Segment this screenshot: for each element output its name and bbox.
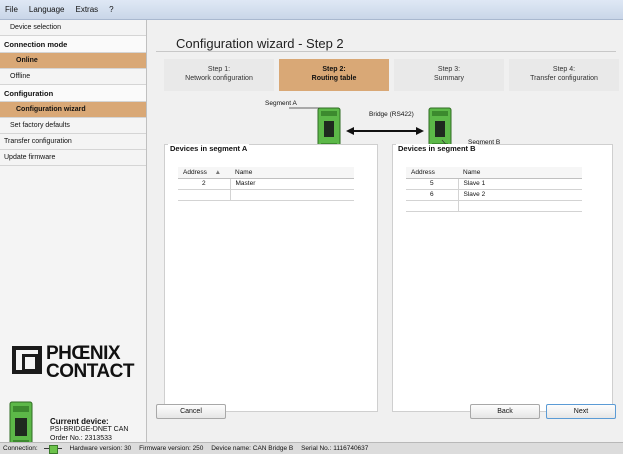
wizard-steps: Step 1: Network configuration Step 2: Ro… [164, 59, 619, 91]
step-3-label: Summary [434, 75, 464, 82]
step-2-label: Routing table [311, 75, 357, 82]
cancel-button[interactable]: Cancel [156, 404, 226, 419]
current-device-order: Order No.: 2313533 [50, 435, 112, 442]
menu-extras[interactable]: Extras [75, 5, 98, 14]
logo-mark-icon [12, 346, 42, 374]
main-content: Configuration wizard - Step 2 Step 1: Ne… [148, 20, 623, 442]
menu-language[interactable]: Language [29, 5, 65, 14]
step-4-number: Step 4: [552, 66, 576, 73]
sidebar-item-configuration-wizard[interactable]: Configuration wizard [0, 102, 146, 118]
name-cell[interactable]: Slave 1 [458, 178, 582, 190]
segment-a-title: Devices in segment A [168, 144, 250, 153]
sidebar-item-online[interactable]: Online [0, 53, 146, 69]
step-4: Step 4: Transfer configuration [509, 59, 619, 91]
bridge-label: Bridge (RS422) [369, 111, 414, 118]
sidebar-item-transfer-configuration[interactable]: Transfer configuration [0, 134, 146, 150]
status-serial-number: Serial No.: 1116740637 [301, 445, 369, 452]
next-button[interactable]: Next [546, 404, 616, 419]
step-3-number: Step 3: [437, 66, 461, 73]
column-header-name[interactable]: Name [458, 167, 582, 179]
sidebar: Device selection Connection mode Online … [0, 20, 147, 451]
column-header-address[interactable]: Address [406, 167, 458, 179]
address-cell[interactable]: 5 [406, 178, 459, 190]
segment-b-panel: Devices in segment B Address Name 5 Slav… [392, 144, 613, 412]
sidebar-item-device-selection[interactable]: Device selection [0, 20, 146, 36]
sidebar-header-connection-mode: Connection mode [0, 36, 146, 53]
table-row[interactable]: 6 Slave 2 [406, 189, 582, 201]
menu-help[interactable]: ? [109, 5, 113, 14]
step-2-number: Step 2: [322, 66, 346, 73]
table-row[interactable]: 5 Slave 1 [406, 178, 582, 190]
sidebar-item-update-firmware[interactable]: Update firmware [0, 150, 146, 166]
connection-status-icon [43, 444, 62, 454]
name-cell[interactable]: Slave 2 [458, 189, 582, 201]
sort-ascending-icon: ▲ [214, 168, 222, 176]
step-2: Step 2: Routing table [279, 59, 389, 91]
table-row[interactable]: 2 Master [178, 178, 354, 190]
sidebar-header-configuration: Configuration [0, 85, 146, 102]
phoenix-contact-logo: PHŒNIX CONTACT [8, 342, 142, 392]
menu-bar: File Language Extras ? [0, 0, 623, 20]
segment-a-table[interactable]: Address ▲ Name 2 Master [178, 167, 354, 201]
table-row-empty[interactable] [178, 189, 354, 201]
step-4-label: Transfer configuration [530, 75, 598, 82]
page-title: Configuration wizard - Step 2 [176, 36, 344, 51]
step-1-number: Step 1: [207, 66, 231, 73]
logo-line-2: CONTACT [46, 361, 134, 382]
sidebar-item-set-factory-defaults[interactable]: Set factory defaults [0, 118, 146, 134]
status-bar: Connection: Hardware version: 30 Firmwar… [0, 442, 623, 454]
column-header-address[interactable]: Address ▲ [178, 167, 230, 179]
back-button[interactable]: Back [470, 404, 540, 419]
status-firmware-version: Firmware version: 250 [139, 445, 204, 452]
title-divider [156, 51, 616, 52]
sidebar-item-offline[interactable]: Offline [0, 69, 146, 85]
step-1-label: Network configuration [185, 75, 253, 82]
segment-a-label: Segment A [265, 100, 297, 107]
step-1: Step 1: Network configuration [164, 59, 274, 91]
table-row-empty[interactable] [406, 200, 582, 212]
step-3: Step 3: Summary [394, 59, 504, 91]
current-device-name: PSI-BRIDGE-DNET CAN [50, 426, 129, 433]
status-device-name: Device name: CAN Bridge B [211, 445, 294, 452]
current-device-heading: Current device: [50, 417, 109, 426]
address-cell[interactable]: 6 [406, 189, 459, 201]
name-cell[interactable]: Master [230, 178, 354, 190]
address-cell[interactable]: 2 [178, 178, 231, 190]
segment-a-panel: Devices in segment A Address ▲ Name 2 Ma… [164, 144, 378, 412]
segment-b-title: Devices in segment B [396, 144, 478, 153]
status-connection-label: Connection: [3, 445, 38, 452]
status-hardware-version: Hardware version: 30 [69, 445, 132, 452]
segment-b-table[interactable]: Address Name 5 Slave 1 6 Slave 2 [406, 167, 582, 212]
column-header-name[interactable]: Name [230, 167, 354, 179]
menu-file[interactable]: File [5, 5, 18, 14]
